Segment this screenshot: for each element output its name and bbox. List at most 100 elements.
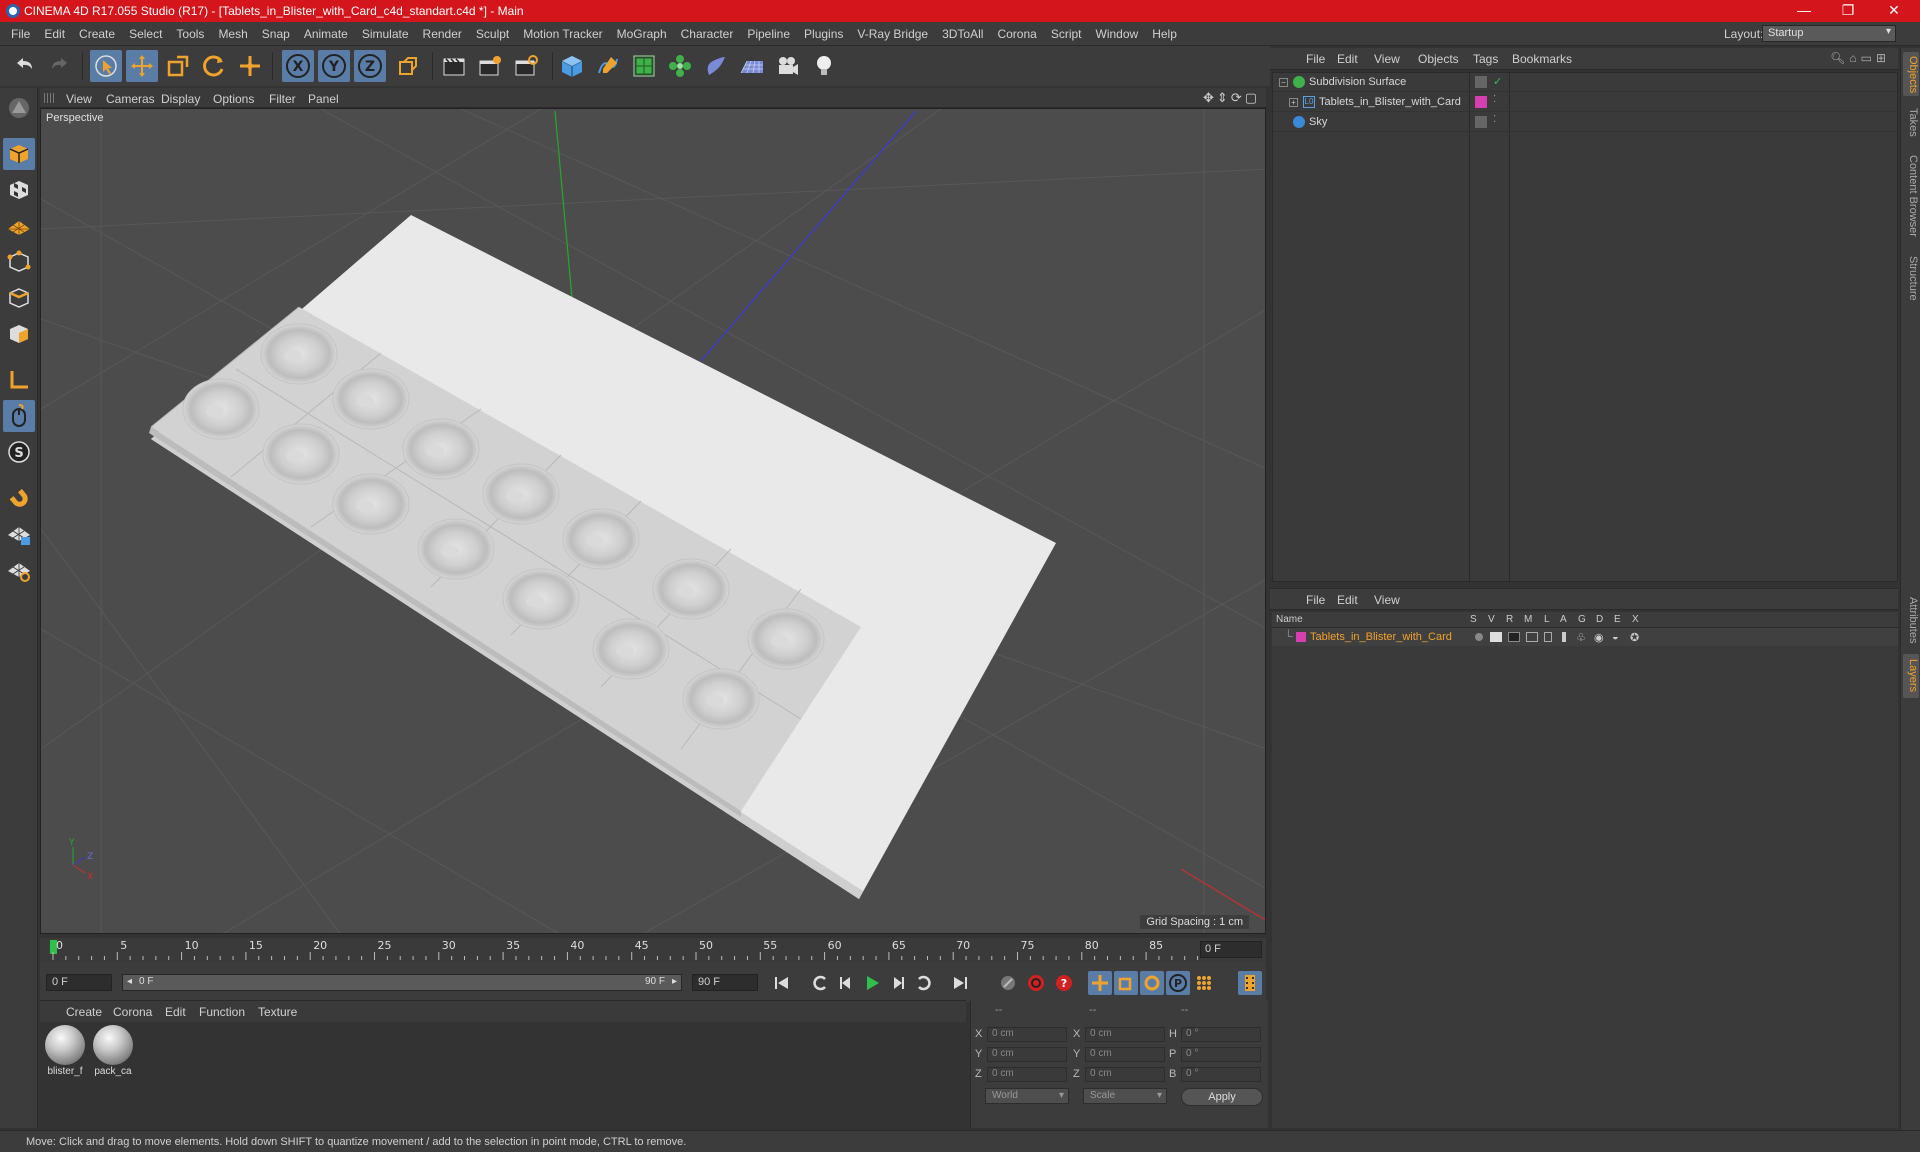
size-x-field[interactable]: 0 cm (1085, 1027, 1165, 1042)
material-menu-corona[interactable]: Corona (113, 1005, 152, 1019)
frame-range-slider[interactable]: ◂ 0 F 90 F ▸ (122, 974, 682, 991)
rot-b-field[interactable]: 0 ° (1181, 1067, 1261, 1082)
render-view-button[interactable] (438, 50, 470, 82)
om-toolbar-icons[interactable]: 🔍︎⌂▭⊞ (1830, 51, 1890, 65)
material-menu-edit[interactable]: Edit (165, 1005, 186, 1019)
redo-button[interactable] (44, 50, 76, 82)
om-menu-file[interactable]: File (1306, 52, 1325, 66)
select-tool-button[interactable] (90, 50, 122, 82)
key-position-button[interactable] (1088, 971, 1112, 995)
timeline-button[interactable] (1238, 971, 1262, 995)
menu-3dtoall[interactable]: 3DToAll (935, 27, 990, 41)
workplane-mode-button[interactable] (3, 210, 35, 242)
menu-select[interactable]: Select (122, 27, 169, 41)
menu-mograph[interactable]: MoGraph (610, 27, 674, 41)
menu-corona[interactable]: Corona (990, 27, 1043, 41)
maximize-button[interactable]: ❐ (1826, 0, 1870, 22)
menu-pipeline[interactable]: Pipeline (740, 27, 797, 41)
go-to-previous-frame-button[interactable] (834, 971, 858, 995)
tab-structure[interactable]: Structure (1903, 248, 1919, 308)
menu-v-ray-bridge[interactable]: V-Ray Bridge (850, 27, 935, 41)
coordinate-mode-dropdown[interactable]: World ▾ (985, 1088, 1069, 1104)
undo-button[interactable] (8, 50, 40, 82)
viewport-menu-panel[interactable]: Panel (308, 92, 339, 106)
material-menu-texture[interactable]: Texture (258, 1005, 297, 1019)
layout-select[interactable]: Startup ▾ (1762, 25, 1896, 42)
pos-z-field[interactable]: 0 cm (987, 1067, 1067, 1082)
om-menu-bookmarks[interactable]: Bookmarks (1512, 52, 1572, 66)
axis-mode-button[interactable] (3, 364, 35, 396)
snap-button[interactable]: S (3, 436, 35, 468)
viewport-menu-filter[interactable]: Filter (269, 92, 296, 106)
add-cloner-button[interactable] (664, 50, 696, 82)
magnet-button[interactable] (3, 482, 35, 514)
add-spline-button[interactable] (592, 50, 624, 82)
tab-content-browser[interactable]: Content Browser (1903, 148, 1919, 244)
layer-row[interactable]: └ Tablets_in_Blister_with_Card ♧ ◉ ◒ ✪ (1272, 628, 1898, 646)
om-menu-edit[interactable]: Edit (1337, 52, 1358, 66)
menu-animate[interactable]: Animate (297, 27, 355, 41)
texture-mode-button[interactable] (3, 174, 35, 206)
scale-tool-button[interactable] (162, 50, 194, 82)
apply-button[interactable]: Apply (1181, 1088, 1263, 1106)
rot-h-field[interactable]: 0 ° (1181, 1027, 1261, 1042)
material-menu-create[interactable]: Create (66, 1005, 102, 1019)
rot-p-field[interactable]: 0 ° (1181, 1047, 1261, 1062)
object-row-sky[interactable]: Sky ⁚ (1273, 113, 1897, 132)
close-button[interactable]: ✕ (1872, 0, 1916, 22)
minimize-button[interactable]: — (1782, 0, 1826, 22)
key-parameter-button[interactable]: P (1166, 971, 1190, 995)
make-editable-button[interactable] (3, 92, 35, 124)
tab-attributes[interactable]: Attributes (1903, 588, 1919, 652)
material-menu-function[interactable]: Function (199, 1005, 245, 1019)
material-swatch[interactable]: blister_f (42, 1022, 88, 1080)
size-y-field[interactable]: 0 cm (1085, 1047, 1165, 1062)
current-frame-field[interactable]: 0 F (1200, 941, 1262, 958)
menu-simulate[interactable]: Simulate (355, 27, 416, 41)
key-rotation-button[interactable] (1140, 971, 1164, 995)
tab-takes[interactable]: Takes (1903, 102, 1919, 142)
menu-render[interactable]: Render (416, 27, 469, 41)
rotate-tool-button[interactable] (198, 50, 230, 82)
menu-motion-tracker[interactable]: Motion Tracker (516, 27, 609, 41)
pos-y-field[interactable]: 0 cm (987, 1047, 1067, 1062)
start-frame-field[interactable]: 0 F (46, 974, 112, 991)
render-picture-viewer-button[interactable] (474, 50, 506, 82)
planar-workplane-button[interactable] (3, 554, 35, 586)
transform-tool-button[interactable] (234, 50, 266, 82)
material-swatch[interactable]: pack_ca (90, 1022, 136, 1080)
x-axis-lock-button[interactable]: X (282, 50, 314, 82)
add-cube-button[interactable] (556, 50, 588, 82)
go-to-next-frame-button[interactable] (886, 971, 910, 995)
coordinate-system-button[interactable] (392, 50, 424, 82)
add-light-button[interactable] (808, 50, 840, 82)
go-to-next-key-button[interactable] (912, 971, 936, 995)
move-tool-button[interactable] (126, 50, 158, 82)
viewport-menu-display[interactable]: Display (161, 92, 200, 106)
timeline-ruler[interactable]: 051015202530354045505560657075808590 0 F (40, 938, 1266, 962)
viewport-menu-cameras[interactable]: Cameras (106, 92, 155, 106)
size-z-field[interactable]: 0 cm (1085, 1067, 1165, 1082)
y-axis-lock-button[interactable]: Y (318, 50, 350, 82)
lm-menu-edit[interactable]: Edit (1337, 593, 1358, 607)
menu-help[interactable]: Help (1145, 27, 1184, 41)
om-menu-objects[interactable]: Objects (1418, 52, 1459, 66)
menu-sculpt[interactable]: Sculpt (469, 27, 516, 41)
key-point-level-button[interactable] (1192, 971, 1216, 995)
record-button[interactable] (1024, 971, 1048, 995)
points-mode-button[interactable] (3, 246, 35, 278)
viewport-menu-options[interactable]: Options (213, 92, 254, 106)
tweak-mode-button[interactable] (3, 400, 35, 432)
menu-snap[interactable]: Snap (255, 27, 297, 41)
key-scale-button[interactable] (1114, 971, 1138, 995)
menu-file[interactable]: File (4, 27, 37, 41)
lm-menu-view[interactable]: View (1374, 593, 1400, 607)
menu-tools[interactable]: Tools (169, 27, 211, 41)
object-row-subdivision-surface[interactable]: − Subdivision Surface ✓ (1273, 73, 1897, 92)
perspective-viewport[interactable]: Y Z X Perspective Grid Spacing : 1 cm (40, 108, 1266, 934)
model-mode-button[interactable] (3, 138, 35, 170)
add-deformer-button[interactable] (700, 50, 732, 82)
menu-create[interactable]: Create (72, 27, 122, 41)
edges-mode-button[interactable] (3, 282, 35, 314)
go-to-end-button[interactable] (948, 971, 972, 995)
